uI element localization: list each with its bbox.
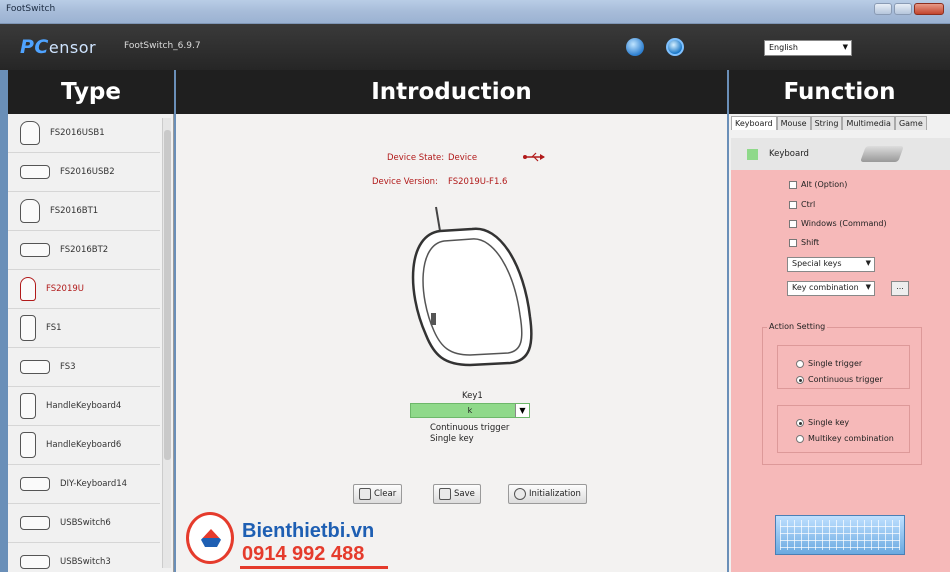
virtual-keyboard-image[interactable] [775,515,905,555]
triple-pedal-icon [20,360,50,374]
tab-game[interactable]: Game [894,116,927,130]
initialization-button[interactable]: Initialization [508,484,587,504]
tab-multimedia[interactable]: Multimedia [842,116,895,130]
device-state-value: Device [448,153,478,163]
type-item-fs2016bt1[interactable]: FS2016BT1 [8,192,160,231]
watermark-underline [240,566,388,569]
close-button[interactable] [914,3,944,15]
double-pedal-icon [20,243,50,257]
handle-icon [20,432,36,458]
type-item-usbswitch6[interactable]: USBSwitch6 [8,504,160,543]
more-button[interactable]: ... [891,281,909,296]
tab-mouse[interactable]: Mouse [776,116,811,130]
keyboard-mode-label: Keyboard [769,149,809,159]
usb-switch-icon [20,516,50,530]
type-heading: Type [8,70,174,114]
window-controls [874,3,944,15]
type-item-fs2016usb2[interactable]: FS2016USB2 [8,153,160,192]
tab-keyboard[interactable]: Keyboard [731,116,777,130]
watermark-site: Bienthietbi.vn [242,520,375,542]
keypad-icon [20,315,36,341]
clear-button[interactable]: Clear [353,484,403,504]
type-panel: FS2016USB1 FS2016USB2 FS2016BT1 FS2016BT… [8,114,174,572]
usb-icon [523,152,545,162]
reset-icon [514,488,526,500]
pedal-icon [20,277,36,301]
function-tabs: Keyboard Mouse String Multimedia Game [731,116,927,130]
bienthietbi-logo [186,512,234,564]
pedal-icon [20,121,40,145]
keyboard-mode-row: Keyboard [731,138,950,170]
pedal-icon [20,199,40,223]
type-item-diy-keyboard14[interactable]: DIY-Keyboard14 [8,465,160,504]
special-keys-select[interactable]: Special keys ▼ [787,257,875,272]
save-button[interactable]: Save [433,484,481,504]
keyboard-icon [20,477,50,491]
pedal-illustration [411,206,533,367]
language-select[interactable]: English ▼ [764,40,852,56]
window-title: FootSwitch [6,4,56,14]
type-item-handlekeyboard4[interactable]: HandleKeyboard4 [8,387,160,426]
user-icon[interactable] [626,38,644,56]
key-mode-text: Single key [430,434,474,444]
key-mode-group [777,405,910,453]
continuous-trigger-radio[interactable]: Continuous trigger [796,375,883,384]
app-header: PCensor FootSwitch_6.9.7 English ▼ [0,24,950,70]
type-item-usbswitch3[interactable]: USBSwitch3 [8,543,160,572]
device-version-label: Device Version: [372,177,438,187]
chevron-down-icon: ▼ [865,283,871,291]
key-combination-select[interactable]: Key combination ▼ [787,281,875,296]
type-item-handlekeyboard6[interactable]: HandleKeyboard6 [8,426,160,465]
usb-switch-icon [20,555,50,569]
type-list: FS2016USB1 FS2016USB2 FS2016BT1 FS2016BT… [8,114,160,572]
clear-icon [359,488,371,500]
alt-checkbox[interactable]: Alt (Option) [789,180,847,189]
shift-checkbox[interactable]: Shift [789,238,819,247]
ctrl-checkbox[interactable]: Ctrl [789,200,815,209]
type-item-fs2016usb1[interactable]: FS2016USB1 [8,114,160,153]
introduction-heading: Introduction [176,70,727,114]
floppy-icon [439,488,451,500]
single-key-radio[interactable]: Single key [796,418,849,427]
mode-indicator [747,149,758,160]
windows-checkbox[interactable]: Windows (Command) [789,219,887,228]
multikey-combination-radio[interactable]: Multikey combination [796,434,894,443]
action-setting-title: Action Setting [767,322,828,331]
handle-icon [20,393,36,419]
type-item-fs2016bt2[interactable]: FS2016BT2 [8,231,160,270]
key-label: Key1 [462,391,483,401]
trigger-mode-text: Continuous trigger [430,423,510,433]
chevron-down-icon[interactable]: ▼ [515,404,529,417]
chevron-down-icon: ▼ [842,43,848,51]
scrollbar-thumb[interactable] [164,130,171,460]
type-item-fs1[interactable]: FS1 [8,309,160,348]
app-version: FootSwitch_6.9.7 [124,41,201,51]
type-item-fs2019u[interactable]: FS2019U [8,270,160,309]
device-state-label: Device State: [387,153,445,163]
chevron-down-icon: ▼ [865,259,871,267]
key-select[interactable]: k ▼ [410,403,530,418]
minimize-button[interactable] [874,3,892,15]
watermark-phone: 0914 992 488 [242,543,365,565]
device-version-value: FS2019U-F1.6 [448,177,508,187]
single-trigger-radio[interactable]: Single trigger [796,359,862,368]
maximize-button[interactable] [894,3,912,15]
type-item-fs3[interactable]: FS3 [8,348,160,387]
type-list-scrollbar[interactable] [162,118,171,568]
double-pedal-icon [20,165,50,179]
refresh-icon[interactable] [666,38,684,56]
keyboard-icon [860,146,904,162]
pcsensor-logo: PCensor [20,36,97,58]
tab-string[interactable]: String [810,116,843,130]
window-titlebar: FootSwitch [0,0,950,24]
function-heading: Function [729,70,950,114]
